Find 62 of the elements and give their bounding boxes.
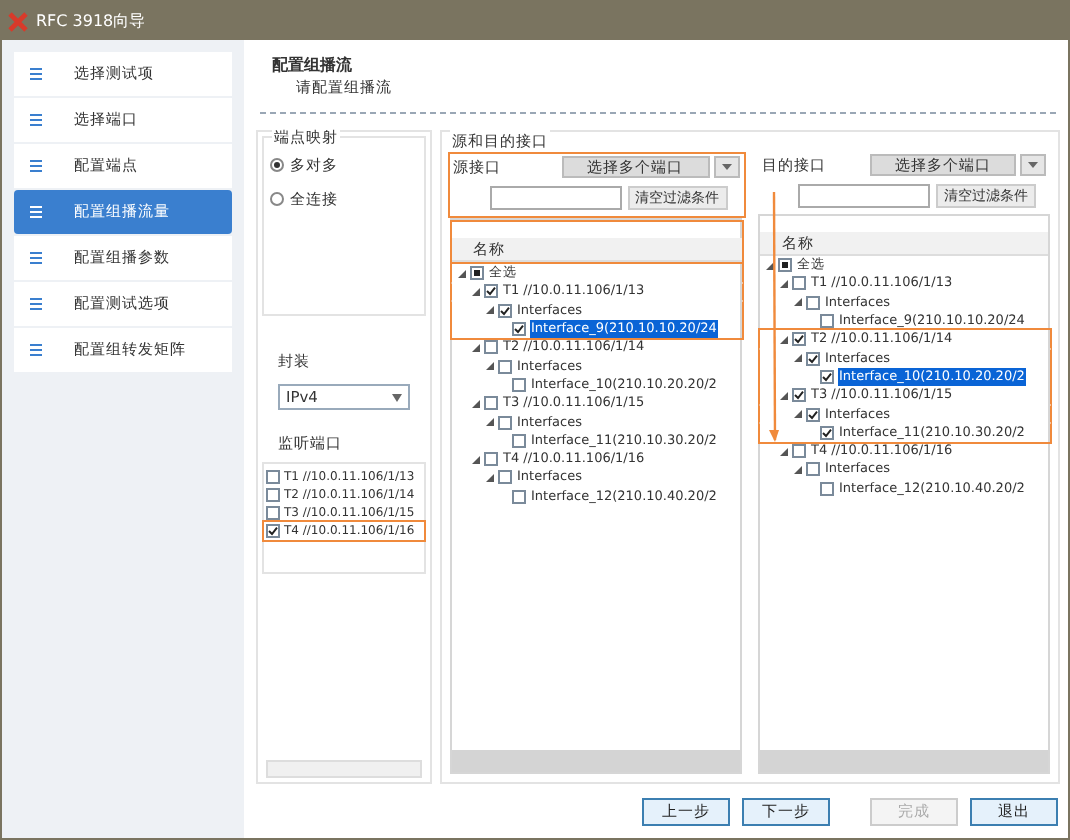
checkbox[interactable] [791,388,805,403]
radio-button[interactable] [270,192,284,207]
list-icon [30,114,42,126]
checkbox[interactable] [805,407,819,422]
checkbox[interactable] [266,488,280,502]
expanded-arrow-icon[interactable] [485,306,493,315]
list-icon [30,160,42,172]
radio-button[interactable] [270,158,284,173]
checkbox[interactable] [511,322,525,337]
checkbox[interactable] [497,359,511,374]
checkbox[interactable] [791,332,805,347]
dropdown-arrow-icon [721,164,731,170]
checkbox[interactable] [497,415,511,430]
filter-field[interactable] [489,186,621,210]
expanded-arrow-icon[interactable] [471,399,479,408]
dropdown-arrow-icon [392,393,402,401]
list-icon [30,68,42,80]
checkbox[interactable] [511,489,525,504]
checkbox[interactable] [819,481,833,496]
checkbox[interactable] [266,506,280,520]
horizontal-scrollbar[interactable] [760,750,1048,772]
dropdown-arrow-icon [1028,162,1038,168]
checkbox[interactable] [819,425,833,440]
checkbox[interactable] [819,369,833,384]
expanded-arrow-icon[interactable] [793,354,801,363]
checkbox[interactable] [266,470,280,484]
checkbox[interactable] [497,303,511,318]
checkbox[interactable] [777,258,791,273]
checkbox[interactable] [791,444,805,459]
checkbox[interactable] [511,433,525,448]
list-icon [30,298,42,310]
expanded-arrow-icon[interactable] [779,335,787,344]
dropdown-button[interactable] [713,156,739,178]
list-icon [30,344,42,356]
checkbox[interactable] [483,340,497,355]
horizontal-scrollbar[interactable] [266,760,422,778]
expanded-arrow-icon[interactable] [485,418,493,427]
checkbox[interactable] [511,377,525,392]
app-logo-icon [8,11,28,31]
checkbox[interactable] [805,351,819,366]
checkbox[interactable] [483,284,497,299]
checkbox[interactable] [805,295,819,310]
checkbox[interactable] [266,524,280,538]
checkbox[interactable] [469,266,483,281]
checkbox[interactable] [805,462,819,477]
checkbox[interactable] [483,396,497,411]
expanded-arrow-icon[interactable] [485,362,493,371]
checkbox[interactable] [819,314,833,329]
checkbox[interactable] [483,452,497,467]
expanded-arrow-icon[interactable] [779,391,787,400]
checkbox[interactable] [497,470,511,485]
checkbox[interactable] [791,276,805,291]
expanded-arrow-icon[interactable] [471,343,479,352]
expanded-arrow-icon[interactable] [793,410,801,419]
filter-field[interactable] [798,184,930,208]
window-title: RFC 3918向导 [36,9,146,33]
dropdown-button[interactable] [1020,154,1046,176]
horizontal-scrollbar[interactable] [452,750,740,772]
expanded-arrow-icon[interactable] [793,298,801,307]
list-icon [30,252,42,264]
page-title: 配置组播流 [272,56,354,76]
list-icon [30,206,42,218]
